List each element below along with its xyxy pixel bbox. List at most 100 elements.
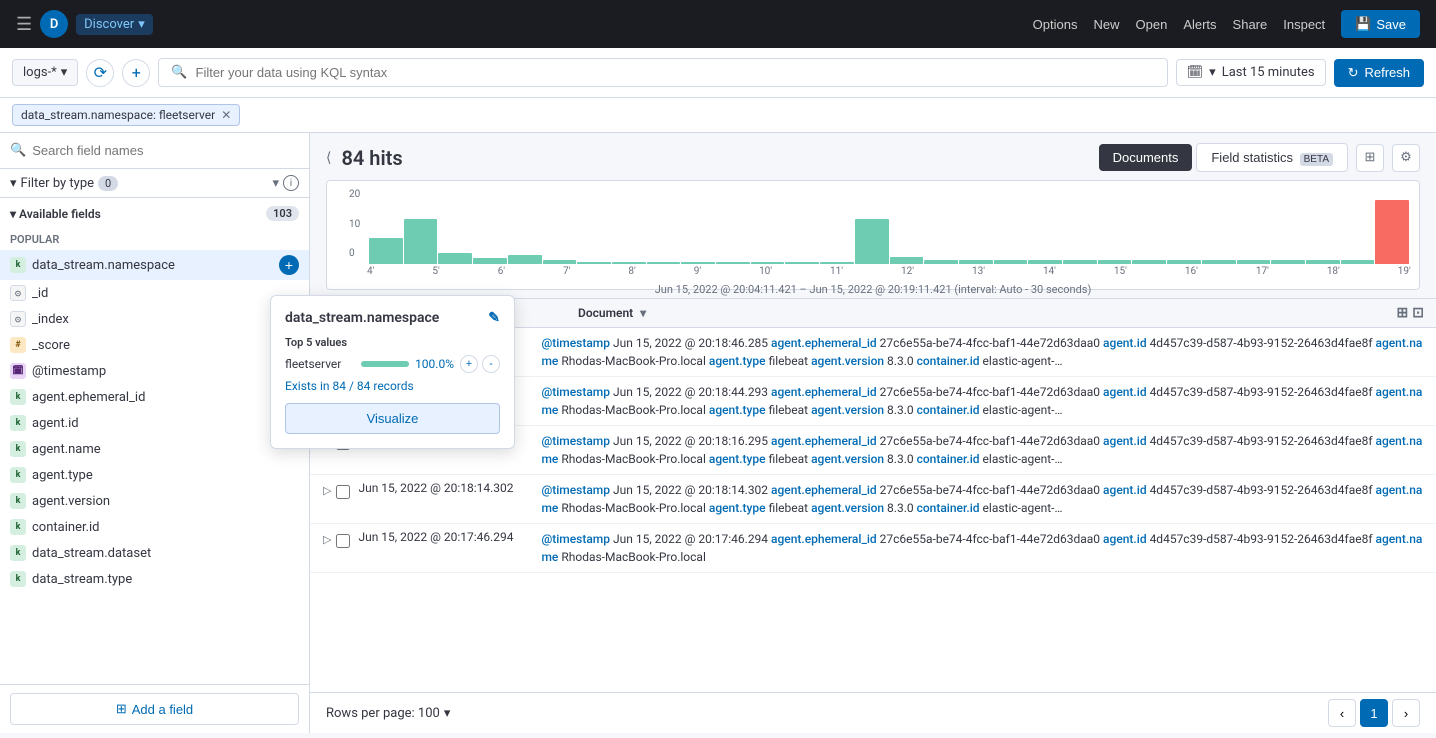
filter-bar: logs-* ▾ ⟳ + 🔍 🗓 ▾ Last 15 minutes ↻ Ref… xyxy=(0,48,1436,98)
field-item-id[interactable]: ⊙ _id xyxy=(0,280,309,306)
value-bar-background xyxy=(361,361,409,367)
table-grid-icon[interactable]: ⊞ xyxy=(1397,305,1409,321)
table-view-icon[interactable]: ⊞ xyxy=(1356,144,1384,172)
field-type-badge-k: k xyxy=(10,519,26,535)
field-item-agent-name[interactable]: k agent.name xyxy=(0,436,309,462)
field-item-container-id[interactable]: k container.id xyxy=(0,514,309,540)
time-range-label: Last 15 minutes xyxy=(1222,65,1315,80)
bar-29 xyxy=(1341,260,1375,264)
bar-14 xyxy=(820,262,854,264)
filter-info-button[interactable]: ▾ i xyxy=(272,175,299,191)
bar-1 xyxy=(369,238,403,264)
prev-page-button[interactable]: ‹ xyxy=(1328,699,1356,727)
active-filters-bar: data_stream.namespace: fleetserver ✕ xyxy=(0,98,1436,133)
active-filter-pill[interactable]: data_stream.namespace: fleetserver ✕ xyxy=(12,104,240,126)
col-sort-icon[interactable]: ▾ xyxy=(640,306,646,320)
row-time: Jun 15, 2022 @ 20:17:46.294 xyxy=(358,530,533,544)
open-button[interactable]: Open xyxy=(1136,17,1168,32)
table-row: ▷ Jun 15, 2022 @ 20:18:14.302 @timestamp… xyxy=(310,475,1436,524)
field-search-input[interactable] xyxy=(32,143,299,158)
share-button[interactable]: Share xyxy=(1233,17,1268,32)
chart-x-axis: 4' 5' 6' 7' 8' 9' 10' 11' 12' 13' 14' 15… xyxy=(367,264,1411,279)
save-button[interactable]: 💾 Save xyxy=(1341,10,1420,38)
field-type-badge-k: k xyxy=(10,257,26,273)
rows-per-page-selector[interactable]: Rows per page: 100 ▾ xyxy=(326,706,450,721)
add-filter-button[interactable]: + xyxy=(122,59,150,87)
field-item-data-stream-dataset[interactable]: k data_stream.dataset xyxy=(0,540,309,566)
value-filter-include-button[interactable]: + xyxy=(460,355,478,373)
table-single-icon[interactable]: ⊡ xyxy=(1412,305,1424,321)
sidebar: 🔍 ▾ Filter by type 0 ▾ i ▾ Available fie… xyxy=(0,133,310,733)
app-name-badge[interactable]: Discover ▾ xyxy=(76,14,153,35)
sidebar-search-bar[interactable]: 🔍 xyxy=(0,133,309,169)
x-label-13: 13' xyxy=(972,266,985,277)
field-type-badge-id: ⊙ xyxy=(10,311,26,327)
value-filter-exclude-button[interactable]: - xyxy=(482,355,500,373)
x-label-19: 19' xyxy=(1398,266,1411,277)
filter-type-label[interactable]: ▾ Filter by type 0 xyxy=(10,176,118,191)
col-document-header: Document ▾ xyxy=(578,306,1389,320)
y-label-10: 10 xyxy=(349,219,360,230)
bar-24 xyxy=(1167,260,1201,264)
app-name-label: Discover xyxy=(84,17,134,32)
field-name-label: agent.type xyxy=(32,468,299,483)
col-document-label: Document xyxy=(578,306,633,320)
settings-icon[interactable]: ⚙ xyxy=(1392,144,1420,172)
time-picker[interactable]: 🗓 ▾ Last 15 minutes xyxy=(1176,59,1326,86)
next-page-button[interactable]: › xyxy=(1392,699,1420,727)
y-label-0: 0 xyxy=(349,248,360,259)
remove-filter-icon[interactable]: ✕ xyxy=(221,108,231,122)
field-type-badge-k: k xyxy=(10,441,26,457)
refresh-button[interactable]: ↻ Refresh xyxy=(1334,59,1424,87)
add-field-icon: ⊞ xyxy=(116,701,127,717)
hamburger-icon[interactable]: ☰ xyxy=(16,14,32,35)
x-label-11: 11' xyxy=(830,266,843,277)
tooltip-title: data_stream.namespace ✎ xyxy=(285,310,500,326)
field-item-timestamp[interactable]: 🗓 @timestamp xyxy=(0,358,309,384)
field-item-agent-id[interactable]: k agent.id xyxy=(0,410,309,436)
current-page-button[interactable]: 1 xyxy=(1360,699,1388,727)
bar-3 xyxy=(438,253,472,264)
save-icon: 💾 xyxy=(1355,16,1371,32)
alerts-button[interactable]: Alerts xyxy=(1183,17,1216,32)
chart-bars xyxy=(367,189,1411,264)
field-item-agent-ephemeral-id[interactable]: k agent.ephemeral_id xyxy=(0,384,309,410)
x-label-15: 15' xyxy=(1114,266,1127,277)
kql-search-bar[interactable]: 🔍 xyxy=(158,58,1167,87)
table-footer: Rows per page: 100 ▾ ‹ 1 › xyxy=(310,692,1436,733)
kql-input[interactable] xyxy=(196,65,1155,80)
visualize-button[interactable]: Visualize xyxy=(285,403,500,434)
bar-12 xyxy=(751,262,785,264)
field-add-button[interactable]: + xyxy=(279,255,299,275)
field-item-score[interactable]: # _score xyxy=(0,332,309,358)
filter-options-button[interactable]: ⟳ xyxy=(86,59,114,87)
collapse-arrow: ▾ xyxy=(10,176,17,191)
collapse-sidebar-icon[interactable]: ⟨ xyxy=(326,150,331,166)
edit-field-icon[interactable]: ✎ xyxy=(488,310,500,326)
index-pattern-selector[interactable]: logs-* ▾ xyxy=(12,59,78,86)
field-item-agent-type[interactable]: k agent.type xyxy=(0,462,309,488)
top-nav: ☰ D Discover ▾ Options New Open Alerts S… xyxy=(0,0,1436,48)
inspect-button[interactable]: Inspect xyxy=(1283,17,1325,32)
field-item-agent-version[interactable]: k agent.version xyxy=(0,488,309,514)
bar-2 xyxy=(404,219,438,264)
y-label-20: 20 xyxy=(349,189,360,200)
value-row: fleetserver 100.0% + - xyxy=(285,355,500,373)
expand-row-button[interactable]: ▷ xyxy=(322,532,332,547)
x-label-6: 6' xyxy=(498,266,505,277)
field-item-index[interactable]: ⊙ _index xyxy=(0,306,309,332)
field-item-data-stream-namespace[interactable]: k data_stream.namespace + xyxy=(0,250,309,280)
exists-link[interactable]: Exists in 84 / 84 records xyxy=(285,379,500,393)
popular-section-label: Popular xyxy=(0,229,309,250)
options-button[interactable]: Options xyxy=(1033,17,1078,32)
add-field-button[interactable]: ⊞ Add a field xyxy=(10,693,299,725)
new-button[interactable]: New xyxy=(1093,17,1119,32)
bar-5 xyxy=(508,255,542,264)
row-checkbox[interactable] xyxy=(336,534,350,548)
row-checkbox[interactable] xyxy=(336,485,350,499)
x-label-10: 10' xyxy=(759,266,772,277)
tab-field-statistics[interactable]: Field statistics BETA xyxy=(1196,143,1348,172)
tab-documents[interactable]: Documents xyxy=(1099,144,1193,171)
expand-row-button[interactable]: ▷ xyxy=(322,483,332,498)
field-item-data-stream-type[interactable]: k data_stream.type xyxy=(0,566,309,592)
